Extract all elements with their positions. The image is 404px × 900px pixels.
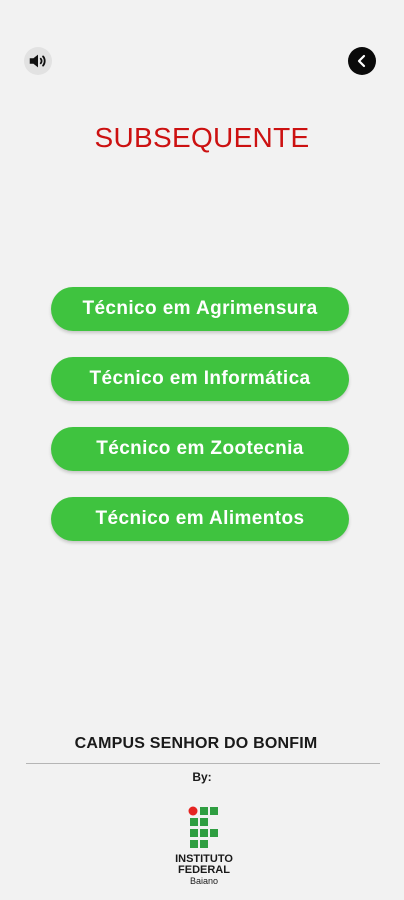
page-title: SUBSEQUENTE	[94, 122, 310, 153]
logo-text-federal: FEDERAL	[178, 864, 230, 876]
back-button[interactable]	[348, 47, 376, 75]
course-button-zootecnia[interactable]: Técnico em Zootecnia	[51, 427, 349, 471]
campus-name: CAMPUS SENHOR DO BONFIM	[74, 735, 318, 752]
sound-button[interactable]	[24, 47, 52, 75]
course-button-informatica[interactable]: Técnico em Informática	[51, 357, 349, 401]
chevron-left-icon	[357, 54, 366, 68]
instituto-federal-logo: INSTITUTO FEDERAL Baiano	[160, 806, 248, 886]
footer-divider	[26, 763, 380, 764]
by-label: By:	[192, 770, 212, 784]
logo-text-baiano: Baiano	[189, 876, 219, 886]
speaker-volume-icon	[29, 54, 46, 68]
course-button-agrimensura[interactable]: Técnico em Agrimensura	[51, 287, 349, 331]
instituto-federal-logo-mark	[188, 806, 218, 848]
course-button-alimentos[interactable]: Técnico em Alimentos	[51, 497, 349, 541]
course-list: Técnico em Agrimensura Técnico em Inform…	[51, 287, 349, 567]
